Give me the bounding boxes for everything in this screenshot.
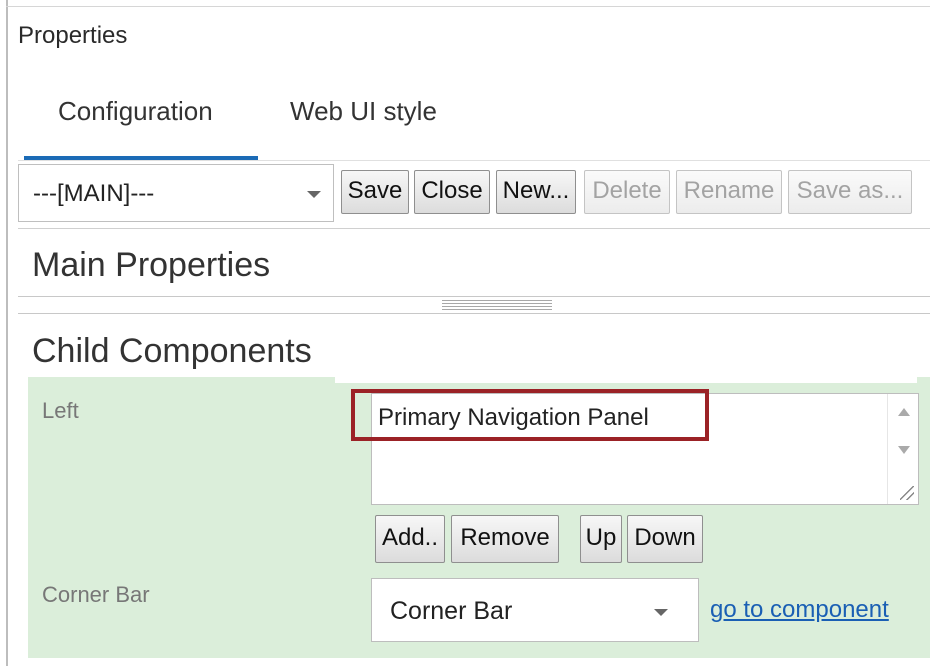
save-as-button[interactable]: Save as... [788,170,912,214]
section-divider [18,313,930,314]
main-properties-heading[interactable]: Main Properties [32,246,270,285]
go-to-component-link[interactable]: go to component [710,596,889,624]
section-gap [335,377,917,383]
tab-web-ui-style[interactable]: Web UI style [290,96,437,127]
scroll-down-icon[interactable] [898,446,910,454]
resize-grip-icon[interactable] [900,486,914,500]
panel-top-border [6,6,930,7]
delete-button[interactable]: Delete [584,170,670,214]
left-label: Left [42,398,79,423]
child-components-heading[interactable]: Child Components [32,332,312,371]
corner-bar-select-value: Corner Bar [390,597,513,625]
tab-divider [18,160,930,161]
section-divider [18,296,930,297]
panel-title: Properties [18,22,128,49]
chevron-down-icon [654,609,668,616]
rename-button[interactable]: Rename [676,170,782,214]
new-button[interactable]: New... [496,170,576,214]
panel-left-border [6,0,8,666]
save-button[interactable]: Save [341,170,409,214]
splitter-grip-handle[interactable] [442,300,552,312]
highlight-box [351,389,709,441]
chevron-down-icon [307,191,321,198]
tab-configuration[interactable]: Configuration [58,96,213,127]
add-button[interactable]: Add.. [375,515,445,563]
corner-bar-label: Corner Bar [42,582,150,607]
toolbar-divider [18,228,930,229]
move-up-button[interactable]: Up [580,515,622,563]
corner-bar-select[interactable]: Corner Bar [371,578,699,642]
configuration-select-value: ---[MAIN]--- [33,180,155,207]
close-button[interactable]: Close [414,170,490,214]
move-down-button[interactable]: Down [627,515,703,563]
scroll-up-icon[interactable] [898,408,910,416]
remove-button[interactable]: Remove [451,515,559,563]
configuration-select[interactable]: ---[MAIN]--- [18,164,334,222]
